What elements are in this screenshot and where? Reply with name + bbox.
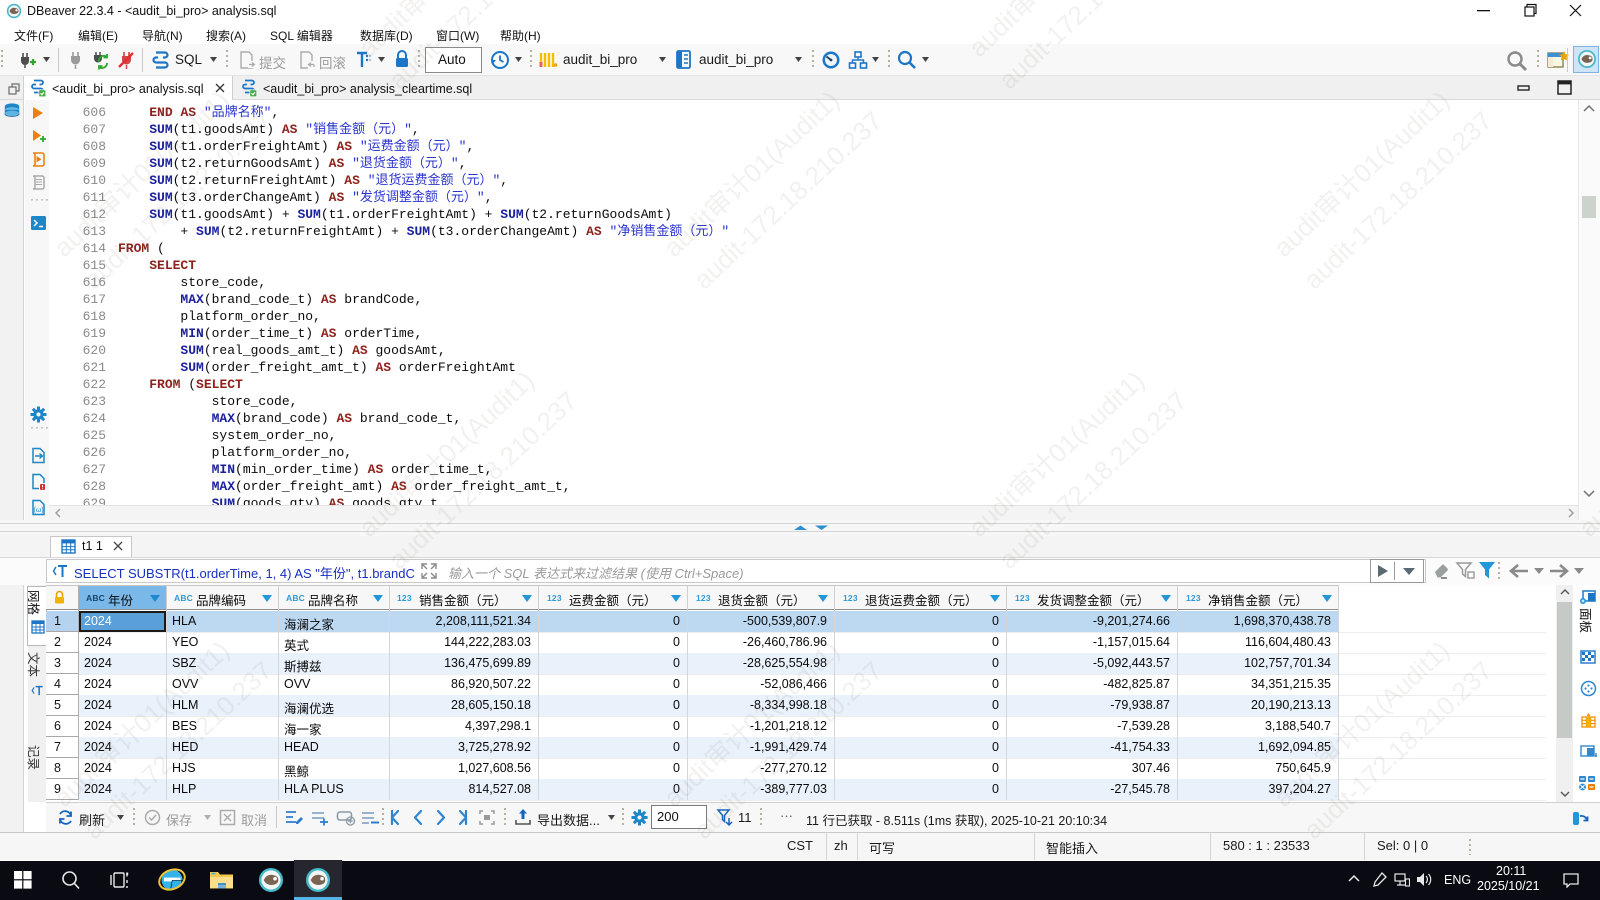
svg-text:(ω): (ω) xyxy=(34,507,44,514)
